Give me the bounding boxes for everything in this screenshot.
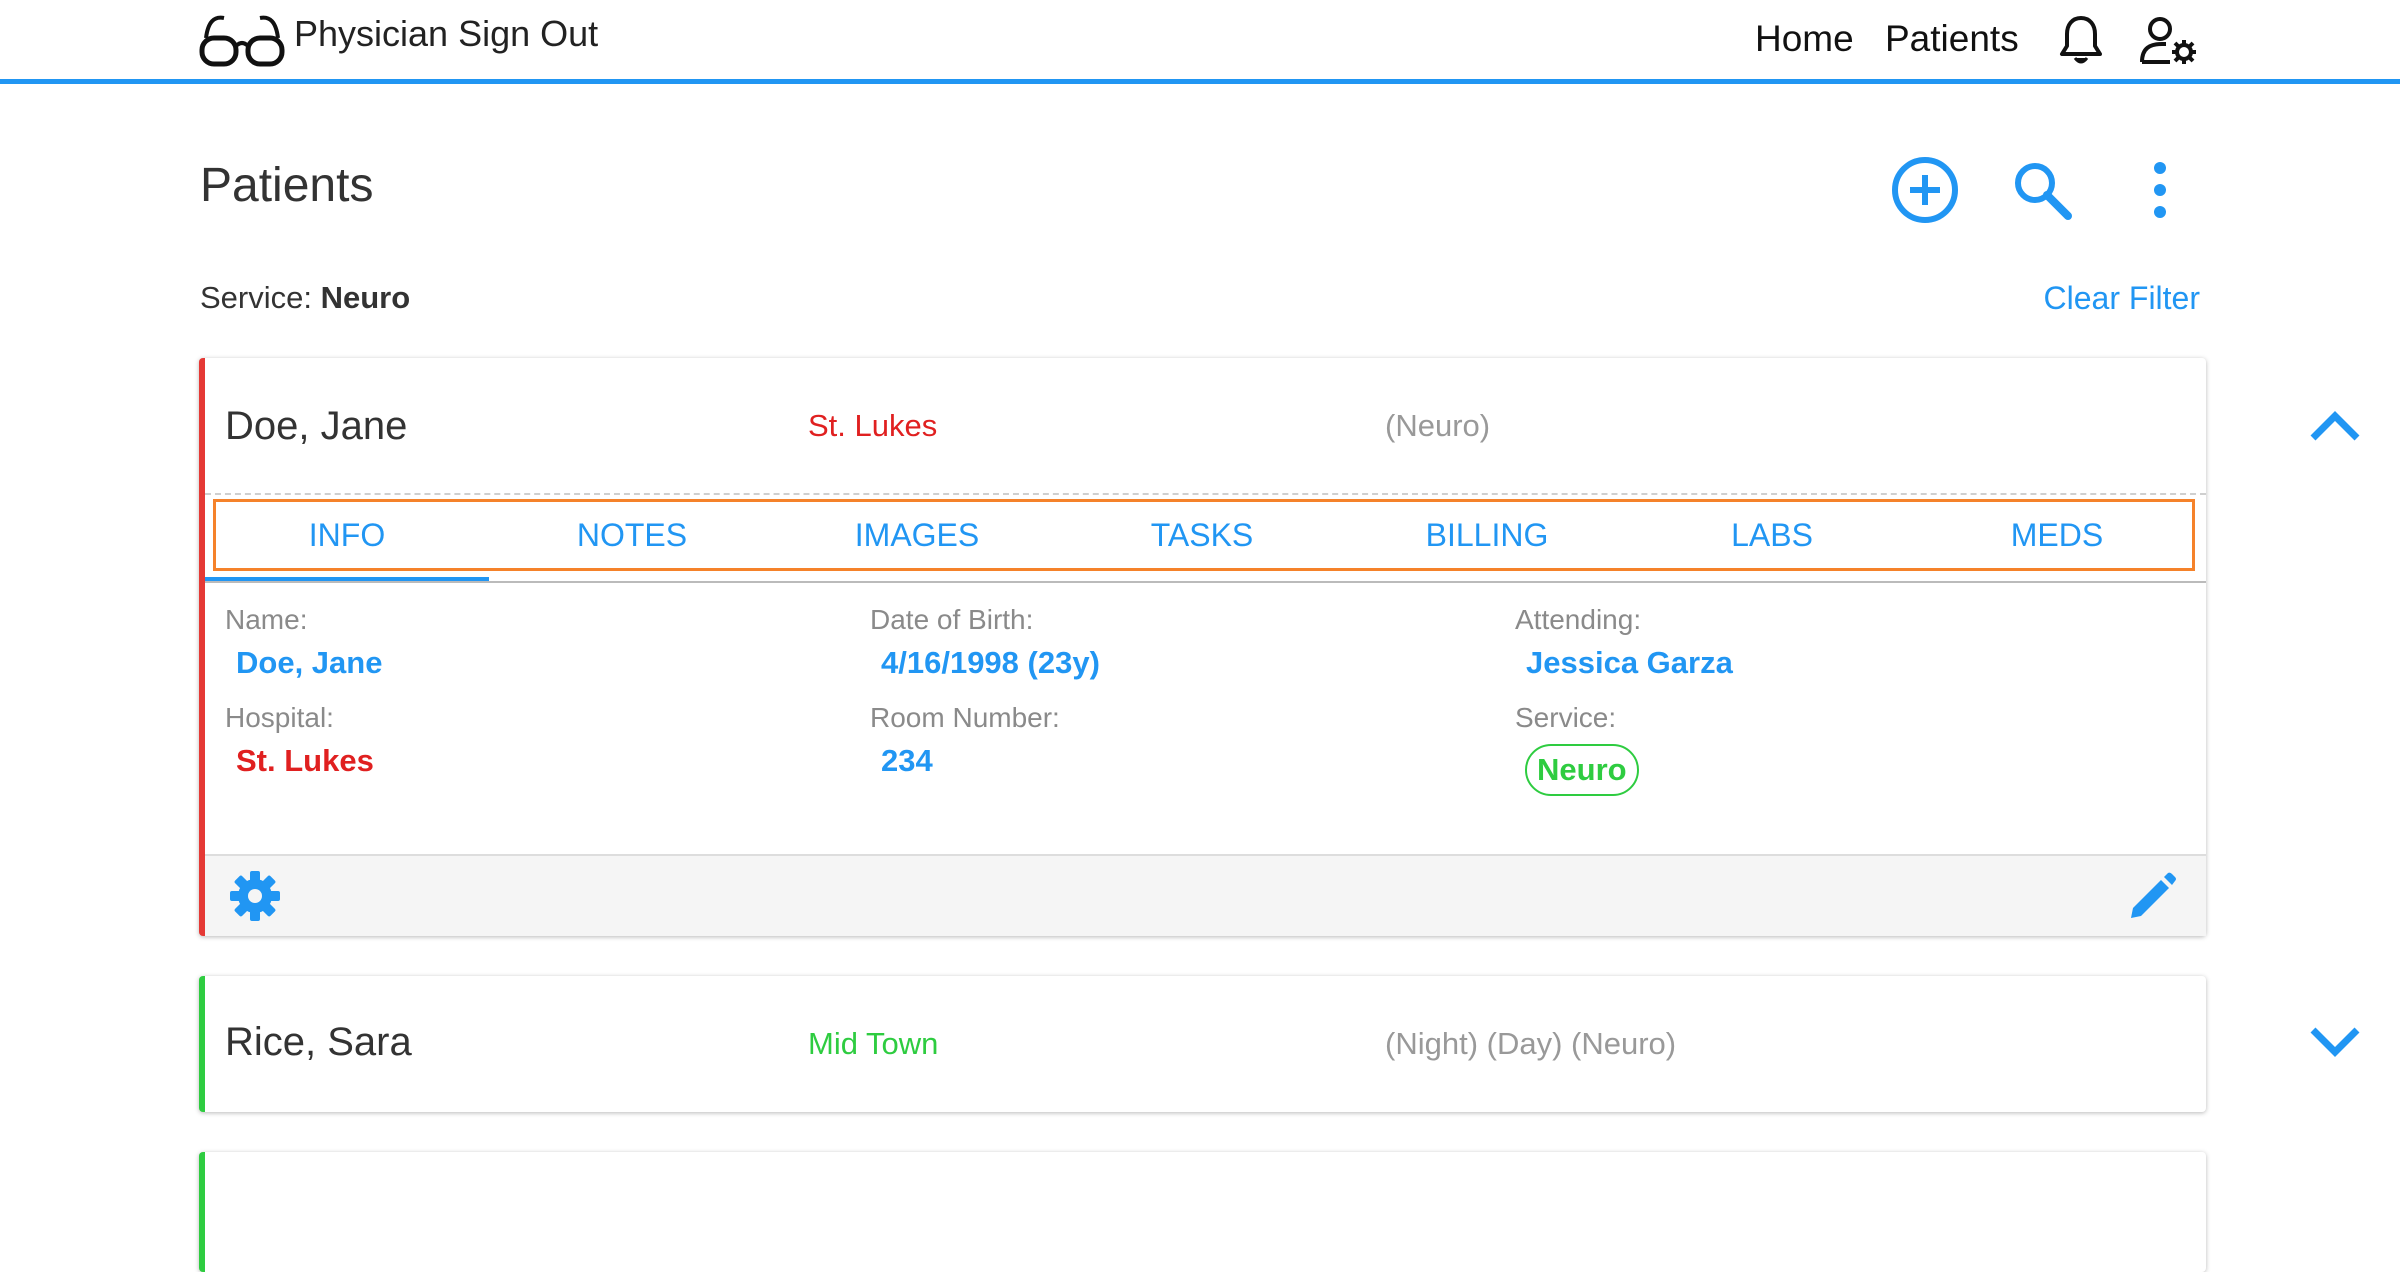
name-value: Doe, Jane: [236, 645, 383, 680]
expand-chevron-down-icon[interactable]: [2307, 1026, 2363, 1060]
card-footer: [205, 854, 2206, 936]
patient-hospital: Mid Town: [808, 1026, 939, 1061]
tab-meds[interactable]: MEDS: [1915, 517, 2199, 554]
name-label: Name:: [225, 604, 308, 635]
page-title: Patients: [200, 159, 374, 212]
nav-patients-link[interactable]: Patients: [1885, 18, 2019, 60]
dob-label: Date of Birth:: [870, 604, 1034, 635]
service-label: Service:: [1515, 702, 1617, 733]
service-filter-label: Service:: [200, 280, 312, 315]
patient-name[interactable]: Doe, Jane: [225, 404, 407, 449]
collapse-chevron-up-icon[interactable]: [2307, 408, 2363, 442]
glasses-logo-icon: [199, 15, 285, 67]
patient-card: [199, 1152, 2206, 1272]
notifications-bell-icon[interactable]: [2058, 14, 2104, 66]
tab-tasks[interactable]: TASKS: [1060, 517, 1344, 554]
hospital-label: Hospital:: [225, 702, 334, 733]
app-title: Physician Sign Out: [294, 13, 599, 54]
edit-pencil-icon[interactable]: [2127, 872, 2177, 922]
search-icon[interactable]: [2010, 158, 2074, 222]
tabs-divider: [205, 581, 2206, 583]
service-filter-value: Neuro: [320, 280, 411, 315]
more-options-icon[interactable]: [2150, 160, 2170, 224]
patient-tabs: INFO NOTES IMAGES TASKS BILLING LABS MED…: [205, 493, 2206, 571]
patient-services: (Neuro): [1385, 408, 1491, 443]
tab-info[interactable]: INFO: [205, 517, 489, 554]
gear-icon[interactable]: [229, 870, 281, 922]
user-settings-icon[interactable]: [2140, 16, 2198, 66]
add-patient-icon[interactable]: [1890, 155, 1960, 225]
attending-label: Attending:: [1515, 604, 1642, 635]
dob-value: 4/16/1998 (23y): [881, 645, 1100, 680]
service-filter: Service: Neuro: [200, 280, 410, 316]
tab-images[interactable]: IMAGES: [775, 517, 1059, 554]
room-label: Room Number:: [870, 702, 1060, 733]
nav-home-link[interactable]: Home: [1755, 18, 1854, 60]
patient-hospital: St. Lukes: [808, 408, 938, 443]
patient-card: Rice, Sara Mid Town (Night) (Day) (Neuro…: [199, 976, 2360, 1112]
top-app-bar: Physician Sign Out Home Patients: [0, 0, 2400, 84]
hospital-value: St. Lukes: [236, 743, 374, 778]
patient-card: Doe, Jane St. Lukes (Neuro) INFO NOTES I…: [199, 358, 2360, 936]
service-chip: Neuro: [1525, 744, 1639, 796]
tab-billing[interactable]: BILLING: [1345, 517, 1629, 554]
tab-labs[interactable]: LABS: [1630, 517, 1914, 554]
patient-services: (Night) (Day) (Neuro): [1385, 1026, 1677, 1061]
clear-filter-link[interactable]: Clear Filter: [2044, 280, 2200, 317]
attending-value: Jessica Garza: [1526, 645, 1733, 680]
room-value: 234: [881, 743, 933, 778]
patient-name[interactable]: Rice, Sara: [225, 1020, 412, 1065]
tab-notes[interactable]: NOTES: [490, 517, 774, 554]
